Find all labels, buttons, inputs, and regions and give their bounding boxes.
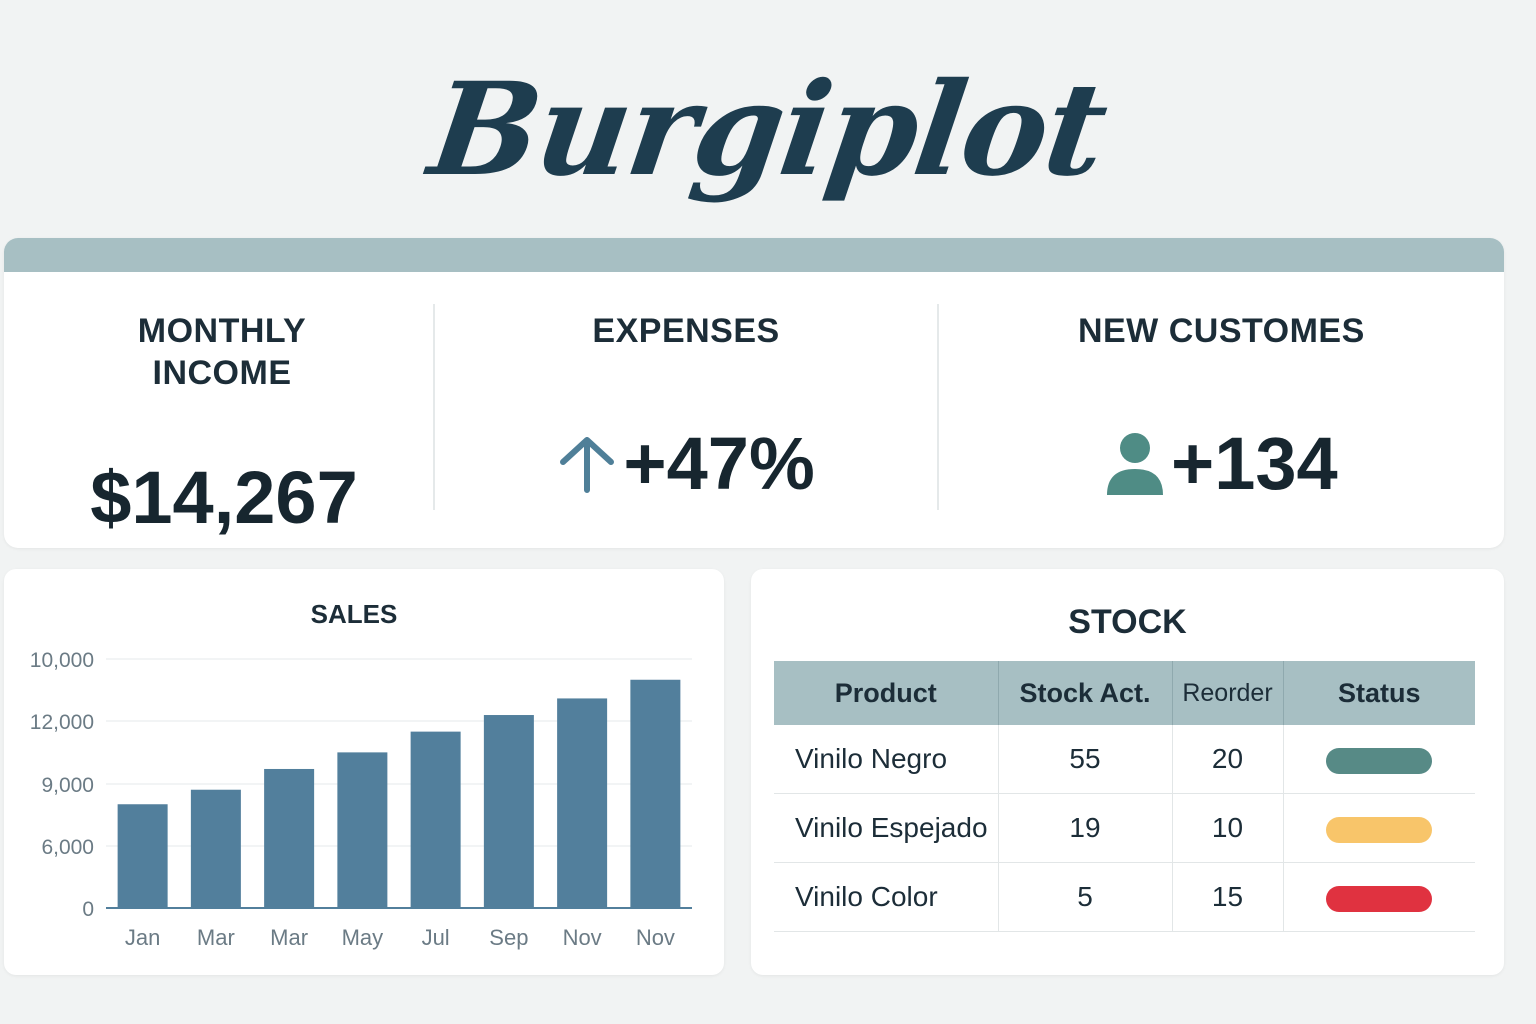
product-cell: Vinilo Espejado bbox=[774, 793, 999, 863]
kpi-customers-label: NEW CUSTOMES bbox=[1077, 312, 1365, 350]
status-pill bbox=[1326, 816, 1433, 843]
stock-table: Product Stock Act. Reorder Status Vinilo… bbox=[774, 661, 1475, 932]
x-tick-label: Nov bbox=[563, 925, 602, 950]
bar bbox=[264, 768, 315, 908]
reorder-cell: 20 bbox=[1172, 725, 1284, 794]
bar bbox=[337, 752, 388, 908]
kpi-new-customers: NEW CUSTOMES +134 bbox=[936, 304, 1504, 510]
y-tick-label: 10,000 bbox=[30, 649, 94, 672]
sales-chart: 0 6,000 9,000 12,000 10,000 Jan Mar Mar May Jul Se… bbox=[30, 649, 692, 950]
x-tick-label: May bbox=[342, 925, 384, 950]
kpi-income-label-line1: MONTHLY bbox=[137, 312, 307, 350]
stock-card: STOCK Product Stock Act. Reorder Status … bbox=[751, 569, 1504, 975]
kpi-expenses-label: EXPENSES bbox=[592, 312, 780, 350]
bar bbox=[190, 789, 241, 908]
kpi-customers-value-row: +134 bbox=[939, 424, 1504, 504]
x-tick-label: Sep bbox=[489, 925, 528, 950]
column-header-status: Status bbox=[1283, 661, 1475, 725]
table-row: Vinilo Color 5 15 bbox=[774, 862, 1475, 932]
stock-cell: 5 bbox=[998, 862, 1173, 932]
stock-cell: 55 bbox=[998, 725, 1173, 794]
kpi-expenses: EXPENSES +47% bbox=[433, 304, 936, 510]
brand-header: Burgiplot bbox=[0, 40, 1536, 220]
kpi-expenses-value: +47% bbox=[623, 422, 815, 505]
kpi-monthly-income: MONTHLY INCOME $14,267 bbox=[4, 272, 433, 548]
status-pill bbox=[1326, 747, 1433, 774]
reorder-cell: 15 bbox=[1172, 862, 1284, 932]
status-pill bbox=[1326, 885, 1433, 912]
kpi-income-label: MONTHLY INCOME bbox=[72, 310, 372, 394]
x-tick-label: Nov bbox=[636, 925, 675, 950]
arrow-up-icon bbox=[560, 437, 615, 493]
stock-cell: 19 bbox=[998, 793, 1173, 863]
status-cell bbox=[1283, 862, 1475, 932]
y-tick-label: 6,000 bbox=[41, 836, 94, 859]
reorder-cell: 10 bbox=[1172, 793, 1284, 863]
brand-logo: Burgiplot bbox=[421, 55, 1115, 205]
stock-table-header-row: Product Stock Act. Reorder Status bbox=[774, 661, 1475, 725]
kpi-card: MONTHLY INCOME $14,267 EXPENSES +47% NEW… bbox=[4, 238, 1504, 548]
user-icon bbox=[1107, 433, 1164, 495]
kpi-card-header-bar bbox=[4, 238, 1504, 272]
bar bbox=[117, 804, 168, 908]
column-header-stock: Stock Act. bbox=[998, 661, 1173, 725]
bar bbox=[630, 679, 681, 908]
stock-title: STOCK bbox=[1068, 603, 1187, 641]
table-row: Vinilo Espejado 19 10 bbox=[774, 793, 1475, 863]
product-cell: Vinilo Color bbox=[774, 862, 999, 932]
y-tick-label: 0 bbox=[82, 898, 94, 921]
kpi-income-value: $14,267 bbox=[90, 456, 358, 539]
status-cell bbox=[1283, 793, 1475, 863]
status-cell bbox=[1283, 725, 1475, 794]
bar bbox=[483, 715, 534, 908]
x-tick-label: Jul bbox=[422, 925, 450, 950]
x-tick-label: Mar bbox=[270, 925, 308, 950]
table-row: Vinilo Negro 55 20 bbox=[774, 725, 1475, 794]
column-header-product: Product bbox=[774, 661, 999, 725]
bar bbox=[410, 731, 461, 908]
x-tick-label: Jan bbox=[125, 925, 160, 950]
sales-card: SALES 0 6,000 9,000 12,000 10,000 Jan Mar Mar Ma… bbox=[4, 569, 724, 975]
bar bbox=[557, 698, 608, 908]
kpi-income-label-line2: INCOME bbox=[152, 354, 292, 392]
kpi-customers-value: +134 bbox=[1171, 422, 1338, 505]
kpi-expenses-value-row: +47% bbox=[435, 424, 936, 504]
y-tick-label: 9,000 bbox=[41, 774, 94, 797]
x-tick-label: Mar bbox=[197, 925, 235, 950]
y-tick-label: 12,000 bbox=[30, 711, 94, 734]
column-header-reorder: Reorder bbox=[1172, 661, 1284, 725]
product-cell: Vinilo Negro bbox=[774, 725, 999, 794]
